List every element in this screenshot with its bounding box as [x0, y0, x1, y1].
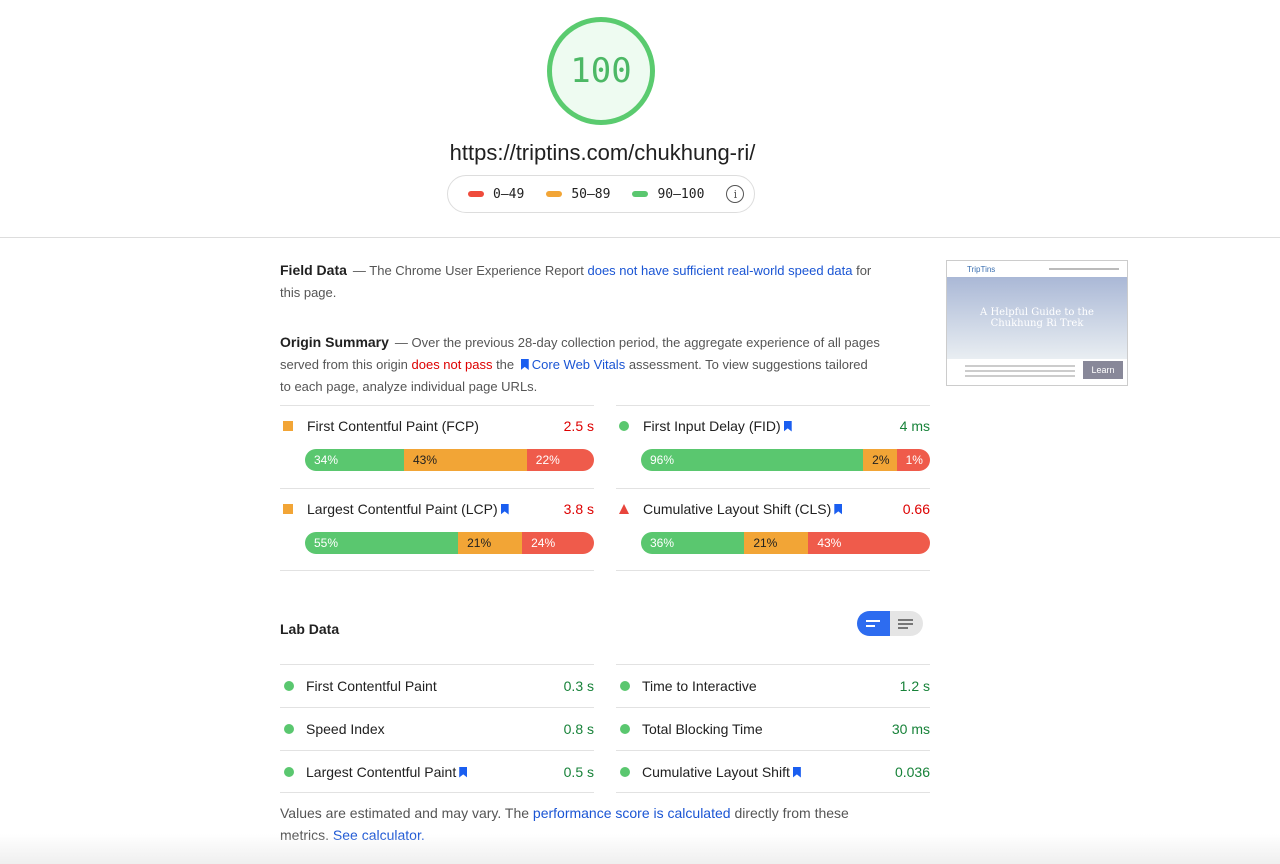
distribution-segment: 1%: [896, 449, 930, 471]
score-header: 100 https://triptins.com/chukhung-ri/ 0–…: [0, 0, 1280, 238]
distribution-segment: 55%: [305, 532, 459, 554]
distribution-segment: 34%: [305, 449, 404, 471]
legend-average: 50–89: [546, 187, 610, 202]
score-calculated-link[interactable]: performance score is calculated: [533, 805, 731, 821]
lab-metric: Total Blocking Time 30 ms: [616, 707, 930, 750]
performance-score-gauge: 100: [547, 17, 655, 125]
score-legend: 0–49 50–89 90–100 i: [447, 175, 755, 213]
metric-name: Largest Contentful Paint (LCP): [307, 501, 498, 517]
good-circle-icon: [284, 767, 294, 777]
distribution-segment: 43%: [403, 449, 527, 471]
lab-metric: First Contentful Paint 0.3 s: [280, 664, 594, 707]
legend-poor: 0–49: [468, 187, 524, 202]
distribution-bar: 96% 2% 1%: [641, 449, 930, 471]
metric-value: 0.036: [894, 764, 930, 780]
bookmark-icon[interactable]: [459, 766, 468, 778]
metric-name: Cumulative Layout Shift (CLS): [643, 501, 832, 517]
distribution-segment: 2%: [863, 449, 897, 471]
distribution-segment: 24%: [522, 532, 594, 554]
orange-dash-icon: [546, 191, 563, 197]
distribution-bar: 55% 21% 24%: [305, 532, 594, 554]
metric-name: Largest Contentful Paint: [306, 764, 457, 780]
metric-value: 0.8 s: [563, 721, 594, 737]
bookmark-icon: [520, 359, 529, 370]
origin-summary-section: Origin Summary — Over the previous 28-day…: [280, 334, 880, 394]
lab-data-title: Lab Data: [280, 621, 340, 637]
distribution-segment: 36%: [641, 532, 745, 554]
field-metric: Cumulative Layout Shift (CLS) 0.66 36% 21% 4…: [616, 488, 930, 571]
page-screenshot-thumbnail: TripTins A Helpful Guide to the Chukhung…: [946, 260, 1128, 386]
metric-value: 1.2 s: [899, 678, 930, 694]
average-square-icon: [283, 421, 293, 431]
field-metric: Largest Contentful Paint (LCP) 3.8 s 55% 21…: [280, 488, 594, 571]
metric-name: Speed Index: [306, 721, 385, 737]
page-url: https://triptins.com/chukhung-ri/: [449, 140, 756, 165]
metric-value: 0.66: [902, 501, 930, 517]
lab-view-toggle[interactable]: [857, 611, 923, 636]
good-circle-icon: [284, 681, 294, 691]
good-circle-icon: [284, 724, 294, 734]
field-metric: First Input Delay (FID) 4 ms 96% 2% 1%: [616, 405, 930, 488]
bottom-fade: [0, 834, 1280, 864]
distribution-segment: 22%: [526, 449, 594, 471]
lab-metric: Speed Index 0.8 s: [280, 707, 594, 750]
distribution-bar: 36% 21% 43%: [641, 532, 930, 554]
good-circle-icon: [620, 681, 630, 691]
distribution-segment: 43%: [808, 532, 930, 554]
lab-metric: Time to Interactive 1.2 s: [616, 664, 930, 707]
metric-name: Cumulative Layout Shift: [642, 764, 790, 780]
bookmark-icon[interactable]: [834, 503, 843, 515]
red-dash-icon: [468, 191, 484, 197]
metric-value: 0.3 s: [563, 678, 594, 694]
distribution-bar: 34% 43% 22%: [305, 449, 594, 471]
field-data-title: Field Data: [280, 262, 347, 278]
field-metric: First Contentful Paint (FCP) 2.5 s 34% 43% 2…: [280, 405, 594, 488]
metric-value: 2.5 s: [563, 418, 594, 434]
good-circle-icon: [620, 724, 630, 734]
metric-name: Total Blocking Time: [642, 721, 763, 737]
bookmark-icon[interactable]: [783, 420, 792, 432]
field-data-link[interactable]: does not have sufficient real-world spee…: [587, 263, 852, 278]
green-dash-icon: [632, 191, 649, 197]
toggle-summary-view[interactable]: [857, 611, 890, 636]
good-circle-icon: [619, 421, 629, 431]
distribution-segment: 21%: [744, 532, 809, 554]
bookmark-icon[interactable]: [500, 503, 509, 515]
metric-name: First Contentful Paint (FCP): [307, 418, 479, 434]
origin-summary-title: Origin Summary: [280, 334, 389, 350]
lab-metric: Largest Contentful Paint 0.5 s: [280, 750, 594, 793]
lab-metric: Cumulative Layout Shift 0.036: [616, 750, 930, 793]
distribution-segment: 21%: [458, 532, 523, 554]
metric-name: Time to Interactive: [642, 678, 757, 694]
core-web-vitals-link[interactable]: Core Web Vitals: [532, 357, 625, 372]
metric-name: First Contentful Paint: [306, 678, 437, 694]
metric-value: 3.8 s: [563, 501, 594, 517]
good-circle-icon: [620, 767, 630, 777]
metric-value: 4 ms: [899, 418, 930, 434]
poor-triangle-icon: [619, 504, 629, 514]
average-square-icon: [283, 504, 293, 514]
metric-value: 30 ms: [891, 721, 930, 737]
info-icon[interactable]: i: [726, 185, 745, 203]
metric-value: 0.5 s: [563, 764, 594, 780]
bookmark-icon[interactable]: [792, 766, 801, 778]
distribution-segment: 96%: [641, 449, 864, 471]
field-data-section: Field Data — The Chrome User Experience R…: [280, 262, 872, 300]
metric-name: First Input Delay (FID): [643, 418, 781, 434]
legend-good: 90–100: [632, 187, 704, 202]
toggle-list-view[interactable]: [898, 619, 913, 629]
